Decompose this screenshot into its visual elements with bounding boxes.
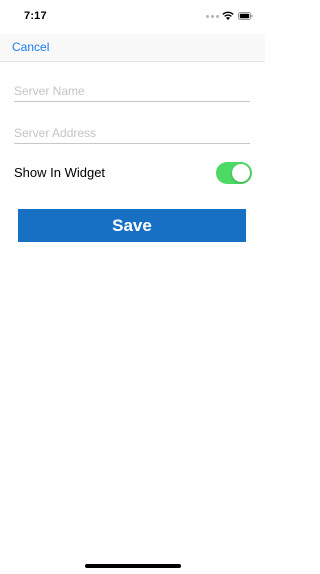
screen: 7:17 Cancel Show In Widget Save (0, 0, 265, 574)
toggle-knob (232, 164, 250, 182)
show-in-widget-toggle[interactable] (216, 162, 252, 184)
navigation-bar: Cancel (0, 34, 265, 62)
battery-icon (238, 12, 253, 20)
wifi-icon (222, 11, 234, 20)
cancel-button[interactable]: Cancel (12, 40, 49, 54)
signal-dots-icon (206, 15, 220, 18)
status-bar: 7:17 (0, 0, 265, 34)
show-in-widget-label: Show In Widget (14, 165, 106, 180)
status-time: 7:17 (24, 10, 47, 22)
home-indicator (85, 564, 181, 568)
save-button[interactable]: Save (18, 209, 246, 242)
server-name-input[interactable] (14, 80, 250, 102)
server-address-input[interactable] (14, 122, 250, 144)
